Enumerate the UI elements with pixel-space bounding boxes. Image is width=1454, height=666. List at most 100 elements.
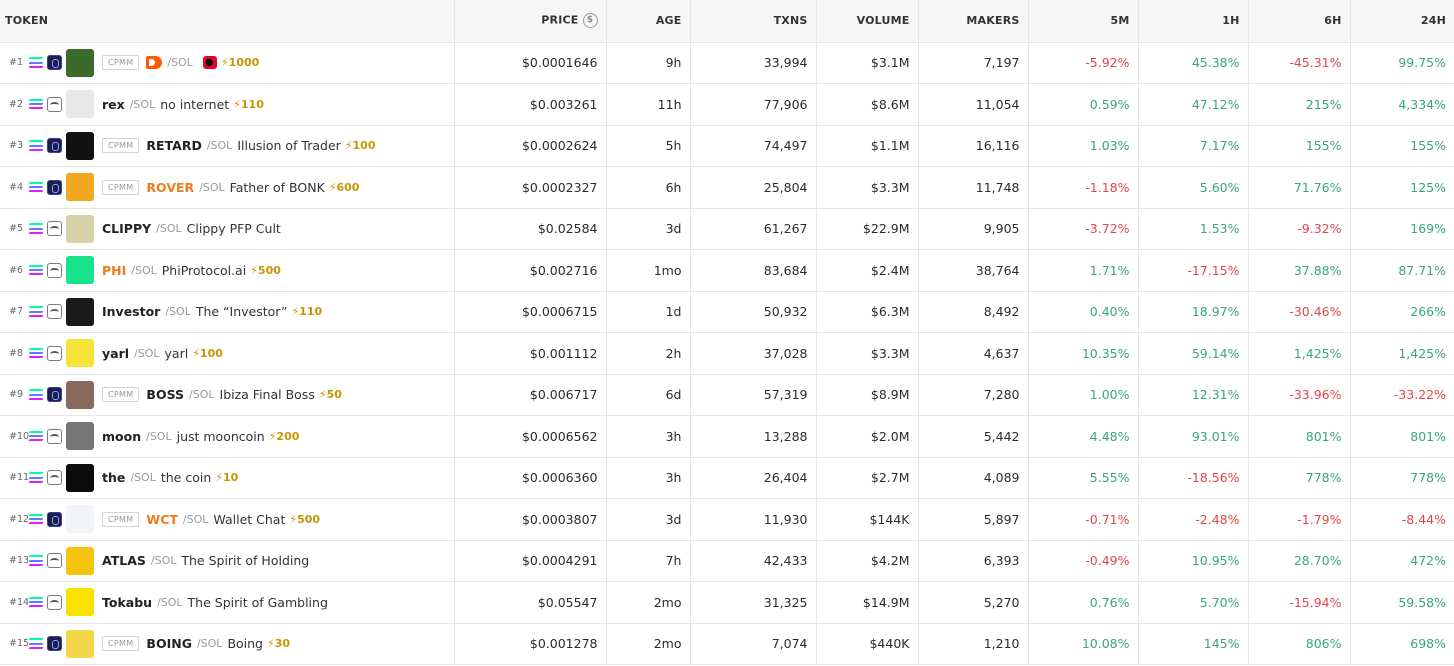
- col-age[interactable]: AGE: [606, 0, 691, 43]
- txns-cell: 11,930: [690, 498, 817, 541]
- table-row[interactable]: #6 PHI/SOL PhiProtocol.ai ⚡500 $0.002716 1mo 8…: [0, 249, 1454, 292]
- token-pair: /SOL: [199, 180, 225, 194]
- volume-cell: $3.1M: [816, 42, 919, 84]
- row-rank: #10: [9, 430, 30, 442]
- solana-chain-icon: [28, 347, 44, 359]
- token-cell[interactable]: #10 moon/SOL just mooncoin ⚡200: [0, 415, 455, 458]
- table-row[interactable]: #11 the/SOL the coin ⚡10 $0.0006360 3h 26,404 $…: [0, 457, 1454, 499]
- table-row[interactable]: #7 Investor/SOL The “Investor” ⚡110 $0.00067…: [0, 291, 1454, 333]
- change-1h-cell: 12.31%: [1138, 374, 1249, 416]
- token-cell[interactable]: #14 Tokabu/SOL The Spirit of Gambling: [0, 581, 455, 624]
- token-cell[interactable]: #11 the/SOL the coin ⚡10: [0, 457, 455, 499]
- change-5m-cell: 0.76%: [1028, 581, 1139, 624]
- change-6h-cell: 1,425%: [1248, 332, 1351, 375]
- token-table: TOKEN PRICE $ AGE TXNS VOLUME MAKERS 5M 1…: [0, 0, 1454, 665]
- token-pair: /SOL: [189, 388, 215, 402]
- price-cell: $0.0002624: [454, 125, 607, 167]
- col-price[interactable]: PRICE $: [454, 0, 607, 43]
- token-cell[interactable]: #13 ATLAS/SOL The Spirit of Holding: [0, 540, 455, 582]
- change-24h-cell: 1,425%: [1350, 332, 1454, 375]
- table-row[interactable]: #5 CLIPPY/SOL Clippy PFP Cult $0.02584 3d 61,…: [0, 208, 1454, 250]
- boost-badge: ⚡200: [268, 429, 300, 443]
- age-cell: 9h: [606, 42, 691, 84]
- token-symbol: yarl: [102, 345, 130, 361]
- col-5m[interactable]: 5M: [1028, 0, 1139, 43]
- boost-badge: ⚡100: [192, 346, 223, 360]
- token-cell[interactable]: #12 CPMM WCT/SOL Wallet Chat ⚡500: [0, 498, 455, 541]
- boost-badge: ⚡1000: [220, 56, 260, 70]
- token-cell[interactable]: #9 CPMM BOSS/SOL Ibiza Final Boss ⚡50: [0, 374, 455, 416]
- age-cell: 3d: [606, 208, 691, 250]
- table-row[interactable]: #13 ATLAS/SOL The Spirit of Holding $0.0004…: [0, 540, 1454, 582]
- boost-badge: ⚡110: [233, 97, 264, 111]
- token-cell[interactable]: #6 PHI/SOL PhiProtocol.ai ⚡500: [0, 249, 455, 292]
- change-6h-cell: 801%: [1248, 415, 1351, 458]
- token-cell[interactable]: #15 CPMM BOING/SOL Boing ⚡30: [0, 623, 455, 665]
- age-cell: 7h: [606, 540, 691, 582]
- dex-icon: [47, 553, 62, 569]
- volume-cell: $8.6M: [816, 83, 919, 126]
- col-6h[interactable]: 6H: [1248, 0, 1351, 43]
- table-row[interactable]: #8 yarl/SOL yarl ⚡100 $0.001112 2h 37,028 $3.3M…: [0, 332, 1454, 375]
- token-cell[interactable]: #3 CPMM RETARD/SOL Illusion of Trader ⚡100: [0, 125, 455, 167]
- token-symbol-logo: [146, 56, 163, 70]
- token-cell[interactable]: #8 yarl/SOL yarl ⚡100: [0, 332, 455, 375]
- change-6h-cell: -45.31%: [1248, 42, 1351, 84]
- table-row[interactable]: #10 moon/SOL just mooncoin ⚡200 $0.0006562 3h…: [0, 415, 1454, 458]
- cpmm-badge: CPMM: [102, 55, 140, 71]
- col-makers[interactable]: MAKERS: [918, 0, 1029, 43]
- age-cell: 6d: [606, 374, 691, 416]
- txns-cell: 25,804: [690, 166, 817, 209]
- table-row[interactable]: #15 CPMM BOING/SOL Boing ⚡30 $0.001278 2mo 7,07…: [0, 623, 1454, 665]
- table-row[interactable]: #3 CPMM RETARD/SOL Illusion of Trader ⚡100 $0…: [0, 125, 1454, 167]
- token-cell[interactable]: #7 Investor/SOL The “Investor” ⚡110: [0, 291, 455, 333]
- change-6h-cell: 155%: [1248, 125, 1351, 167]
- token-cell[interactable]: #2 rex/SOL no internet ⚡110: [0, 83, 455, 126]
- dex-icon: [47, 96, 62, 112]
- volume-cell: $14.9M: [816, 581, 919, 624]
- token-avatar: [66, 297, 94, 326]
- change-1h-cell: -2.48%: [1138, 498, 1249, 541]
- solana-chain-icon: [28, 98, 44, 110]
- volume-cell: $4.2M: [816, 540, 919, 582]
- token-avatar: [66, 173, 94, 202]
- token-symbol: ATLAS: [102, 553, 146, 569]
- token-cell[interactable]: #5 CLIPPY/SOL Clippy PFP Cult: [0, 208, 455, 250]
- txns-cell: 61,267: [690, 208, 817, 250]
- dex-icon: [47, 304, 62, 320]
- makers-cell: 38,764: [918, 249, 1029, 292]
- price-cell: $0.0006715: [454, 291, 607, 333]
- change-1h-cell: 59.14%: [1138, 332, 1249, 375]
- row-rank: #8: [9, 347, 24, 359]
- col-24h[interactable]: 24H: [1350, 0, 1454, 43]
- token-cell[interactable]: #4 CPMM ROVER/SOL Father of BONK ⚡600: [0, 166, 455, 209]
- dollar-icon[interactable]: $: [582, 13, 598, 29]
- makers-cell: 7,280: [918, 374, 1029, 416]
- token-avatar: [66, 90, 94, 119]
- makers-cell: 6,393: [918, 540, 1029, 582]
- change-24h-cell: 4,334%: [1350, 83, 1454, 126]
- change-5m-cell: 10.08%: [1028, 623, 1139, 665]
- txns-cell: 57,319: [690, 374, 817, 416]
- token-cell[interactable]: #1 CPMM/SOL ⚡1000: [0, 42, 455, 84]
- token-symbol: moon: [102, 428, 142, 444]
- table-row[interactable]: #4 CPMM ROVER/SOL Father of BONK ⚡600 $0.0002…: [0, 166, 1454, 209]
- table-row[interactable]: #2 rex/SOL no internet ⚡110 $0.003261 11h 77,9…: [0, 83, 1454, 126]
- col-volume[interactable]: VOLUME: [816, 0, 919, 43]
- change-1h-cell: 1.53%: [1138, 208, 1249, 250]
- table-row[interactable]: #12 CPMM WCT/SOL Wallet Chat ⚡500 $0.0003807 3…: [0, 498, 1454, 541]
- makers-cell: 5,442: [918, 415, 1029, 458]
- change-5m-cell: -3.72%: [1028, 208, 1139, 250]
- col-token[interactable]: TOKEN: [0, 0, 455, 43]
- col-txns[interactable]: TXNS: [690, 0, 817, 43]
- makers-cell: 4,089: [918, 457, 1029, 499]
- change-5m-cell: 0.40%: [1028, 291, 1139, 333]
- volume-cell: $1.1M: [816, 125, 919, 167]
- age-cell: 2h: [606, 332, 691, 375]
- table-row[interactable]: #9 CPMM BOSS/SOL Ibiza Final Boss ⚡50 $0.0067…: [0, 374, 1454, 416]
- table-row[interactable]: #1 CPMM/SOL ⚡1000 $0.0001646 9h 33,994 $3.1M 7,…: [0, 42, 1454, 84]
- table-row[interactable]: #14 Tokabu/SOL The Spirit of Gambling $0.05…: [0, 581, 1454, 624]
- col-1h[interactable]: 1H: [1138, 0, 1249, 43]
- volume-cell: $2.7M: [816, 457, 919, 499]
- token-name: Wallet Chat: [213, 511, 286, 527]
